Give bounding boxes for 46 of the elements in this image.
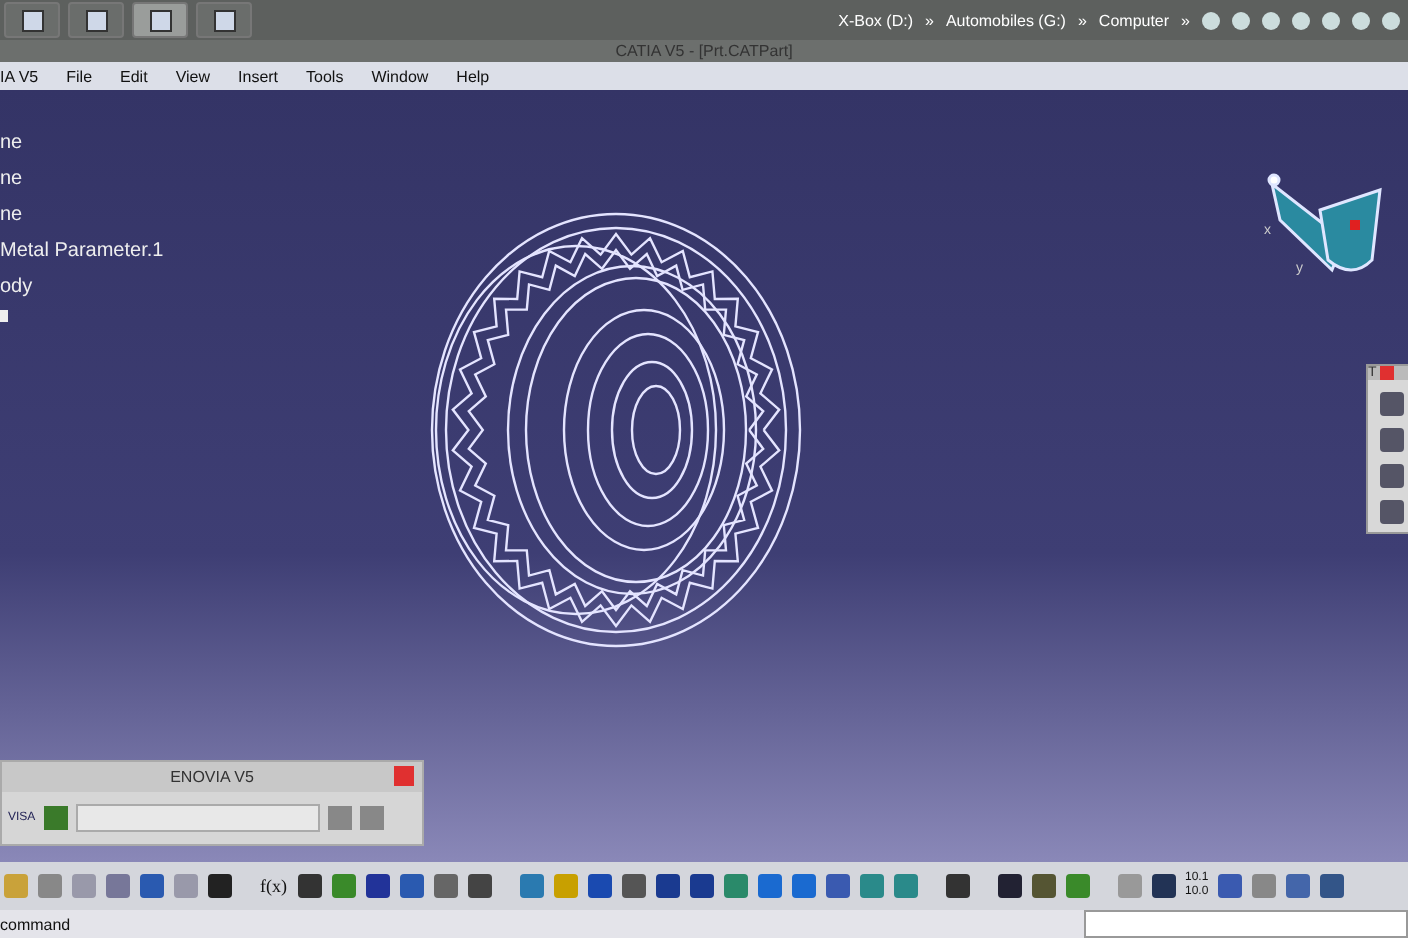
taskbar-app-button[interactable] [4,2,60,38]
taskbar-app-button[interactable] [196,2,252,38]
tree-item[interactable]: ne [0,166,164,194]
app-icon [85,9,107,31]
tree-item[interactable]: ody [0,274,164,302]
menu-item[interactable]: Window [371,67,429,85]
menu-item[interactable]: Insert [238,67,279,85]
tool-icon[interactable] [621,874,645,898]
command-input-field[interactable] [1084,910,1408,938]
menu-item[interactable]: Help [456,67,490,85]
app-icon [213,9,235,31]
status-message: command [0,915,71,933]
menu-item[interactable]: Tools [306,67,344,85]
tool-icon[interactable] [297,874,321,898]
tool-icon[interactable] [655,874,679,898]
toolbar-link[interactable]: » [1077,11,1087,29]
tool-icon[interactable] [945,874,969,898]
app-icon [149,9,171,31]
formula-button[interactable]: f(x) [260,876,287,896]
menu-item[interactable]: Edit [120,67,148,85]
tool-icon[interactable] [689,874,713,898]
tree-item[interactable]: Metal Parameter.1 [0,238,164,266]
tool-icon[interactable] [1031,874,1055,898]
toolbar-link[interactable]: X-Box (D:) [838,11,913,29]
toolbar-title: ENOVIA V5 [170,768,254,786]
app-icon [21,9,43,31]
menu-item[interactable]: View [175,67,211,85]
tree-node-icon [0,310,8,322]
tree-item[interactable]: ne [0,202,164,230]
toolbar-link[interactable]: Automobiles (G:) [945,11,1066,29]
toolbar-link[interactable]: » [924,11,934,29]
tool-icon[interactable] [365,874,389,898]
tree-item[interactable]: ne [0,130,164,158]
close-button[interactable] [1380,366,1395,380]
toolbar-link[interactable]: » [1181,11,1190,29]
tool-icon[interactable] [1151,874,1175,898]
tool-icon[interactable] [587,874,611,898]
taskbar-app-button[interactable] [132,2,188,38]
taskbar-app-button[interactable] [68,2,124,38]
menu-item[interactable]: File [66,67,93,85]
toolbar-link[interactable]: Computer [1098,11,1170,29]
tool-icon[interactable] [467,874,491,898]
tool-icon[interactable] [997,874,1021,898]
window-title: CATIA V5 - [Prt.CATPart] [615,42,793,60]
input-field[interactable] [75,804,320,832]
tool-icon[interactable] [1320,874,1345,898]
